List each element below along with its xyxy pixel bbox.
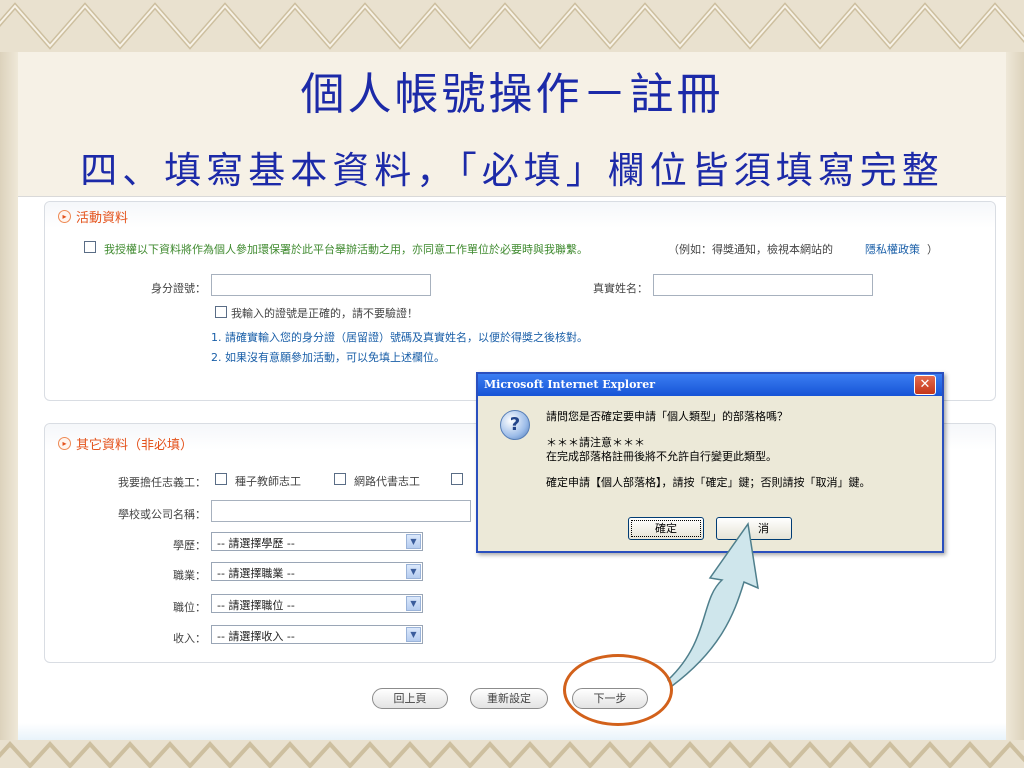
volunteer-other-checkbox[interactable] bbox=[451, 473, 463, 485]
position-select[interactable]: -- 請選擇職位 -- ▼ bbox=[211, 594, 423, 613]
other-section-title: 其它資料（非必填） bbox=[76, 438, 194, 453]
id-confirm-text: 我輸入的證號是正確的，請不要驗證！ bbox=[231, 307, 418, 320]
income-select[interactable]: -- 請選擇收入 -- ▼ bbox=[211, 625, 423, 644]
education-select[interactable]: -- 請選擇學歷 -- ▼ bbox=[211, 532, 423, 551]
id-number-label: 身分證號： bbox=[151, 282, 206, 295]
consent-checkbox[interactable] bbox=[84, 241, 96, 253]
section-arrow-icon: ▸ bbox=[58, 210, 71, 223]
id-confirm-checkbox[interactable] bbox=[215, 306, 227, 318]
school-label: 學校或公司名稱： bbox=[118, 508, 206, 521]
chevron-down-icon: ▼ bbox=[406, 627, 421, 642]
slide-title: 個人帳號操作－註冊 bbox=[300, 69, 724, 120]
dialog-title: Microsoft Internet Explorer bbox=[484, 378, 656, 391]
activity-section-title: 活動資料 bbox=[76, 211, 129, 226]
school-input[interactable] bbox=[211, 500, 471, 522]
dialog-titlebar: Microsoft Internet Explorer ✕ bbox=[478, 374, 942, 396]
annotation-arrow bbox=[667, 522, 759, 688]
back-button[interactable]: 回上頁 bbox=[372, 688, 448, 709]
volunteer-teacher-checkbox[interactable] bbox=[215, 473, 227, 485]
consent-text: 我授權以下資料將作為個人參加環保署於此平台舉辦活動之用，亦同意工作單位於必要時與… bbox=[104, 243, 588, 256]
note-1: 1. 請確實輸入您的身分證（居留證）號碼及真實姓名，以便於得獎之後核對。 bbox=[211, 331, 588, 344]
education-select-value: -- 請選擇學歷 -- bbox=[217, 537, 295, 550]
occupation-select[interactable]: -- 請選擇職業 -- ▼ bbox=[211, 562, 423, 581]
consent-close-paren: ） bbox=[927, 243, 938, 256]
dialog-instruction: 確定申請【個人部落格】，請按「確定」鍵；否則請按「取消」鍵。 bbox=[546, 476, 871, 489]
volunteer-teacher-label: 種子教師志工 bbox=[235, 475, 301, 488]
next-button-highlight bbox=[563, 654, 673, 726]
decorative-border-top bbox=[0, 0, 1024, 52]
occupation-label: 職業： bbox=[173, 569, 206, 582]
question-icon: ? bbox=[500, 410, 530, 440]
close-icon[interactable]: ✕ bbox=[914, 375, 936, 395]
volunteer-scribe-checkbox[interactable] bbox=[334, 473, 346, 485]
activity-panel bbox=[44, 201, 996, 401]
position-select-value: -- 請選擇職位 -- bbox=[217, 599, 295, 612]
volunteer-scribe-label: 網路代書志工 bbox=[354, 475, 420, 488]
activity-panel-header bbox=[45, 202, 995, 228]
position-label: 職位： bbox=[173, 601, 206, 614]
decorative-border-bottom bbox=[0, 740, 1024, 768]
consent-example-text: （例如：得獎通知，檢視本網站的 bbox=[668, 243, 833, 256]
education-label: 學歷： bbox=[173, 539, 206, 552]
volunteer-label: 我要擔任志義工： bbox=[118, 476, 206, 489]
reset-button[interactable]: 重新設定 bbox=[470, 688, 548, 709]
chevron-down-icon: ▼ bbox=[406, 596, 421, 611]
occupation-select-value: -- 請選擇職業 -- bbox=[217, 567, 295, 580]
id-number-input[interactable] bbox=[211, 274, 431, 296]
privacy-policy-link[interactable]: 隱私權政策 bbox=[865, 241, 920, 257]
section-arrow-icon: ▸ bbox=[58, 437, 71, 450]
income-select-value: -- 請選擇收入 -- bbox=[217, 630, 295, 643]
income-label: 收入： bbox=[173, 632, 206, 645]
slide-subtitle: 四、填寫基本資料，「必填」欄位皆須填寫完整 bbox=[80, 149, 944, 192]
real-name-label: 真實姓名： bbox=[593, 282, 648, 295]
chevron-down-icon: ▼ bbox=[406, 564, 421, 579]
real-name-input[interactable] bbox=[653, 274, 873, 296]
dialog-warning: 在完成部落格註冊後將不允許自行變更此類型。 bbox=[546, 450, 777, 463]
dialog-question: 請問您是否確定要申請「個人類型」的部落格嗎？ bbox=[546, 410, 788, 423]
note-2: 2. 如果沒有意願參加活動，可以免填上述欄位。 bbox=[211, 351, 445, 364]
chevron-down-icon: ▼ bbox=[406, 534, 421, 549]
